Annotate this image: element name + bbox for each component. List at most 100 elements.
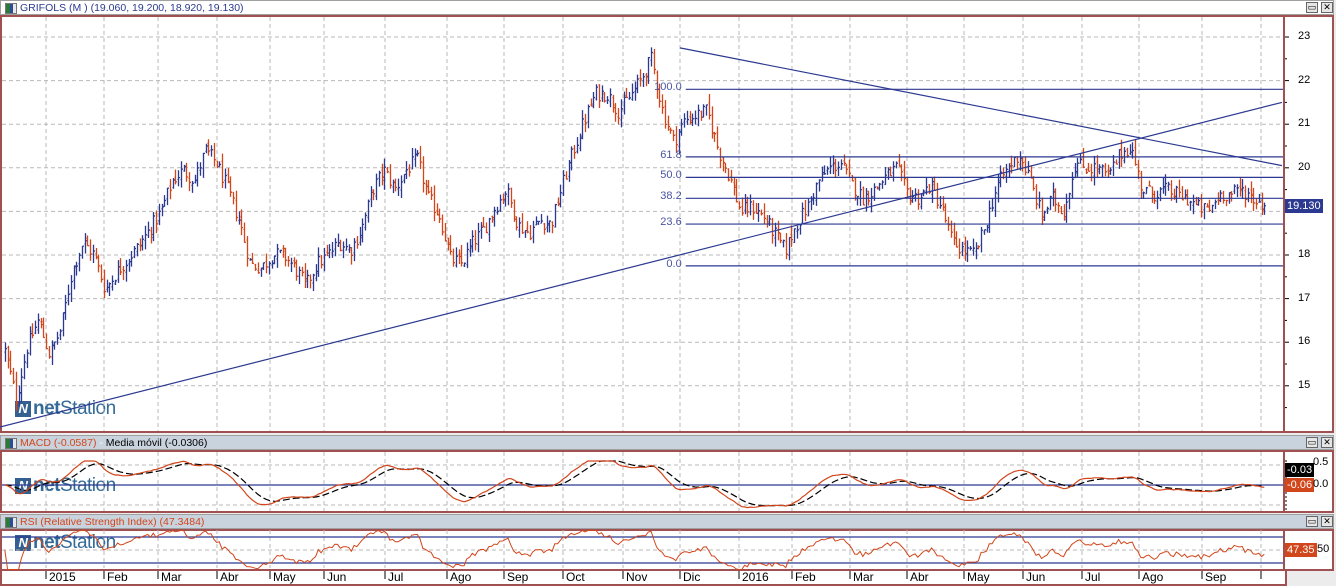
price-bar [1016,156,1019,169]
price-bar [136,242,139,257]
price-bar [540,214,543,224]
price-bar [667,115,670,131]
price-bar [405,161,408,180]
price-bar [397,178,400,196]
price-bar [1167,181,1170,191]
price-bar [617,108,620,125]
price-bar [801,202,804,224]
price-bar [45,333,48,350]
price-bar [488,217,491,243]
price-bar [284,247,287,267]
price-bar [975,242,978,260]
price-bar [980,226,983,253]
price-bar [172,178,175,189]
price-bar [898,153,901,167]
price-bar [75,261,78,276]
price-bar [356,235,359,249]
price-bar [532,220,535,244]
price-bar [562,170,565,197]
price-bar [793,228,796,244]
price-bar [683,113,686,128]
price-bar [848,159,851,178]
price-bar [348,244,351,253]
price-bar [196,161,199,187]
price-bar [224,168,227,189]
price-bar [408,164,411,177]
price-bar [342,241,345,259]
price-bar [1082,147,1085,168]
price-bar [991,198,994,212]
price-bar [26,349,29,369]
price-bar [1148,180,1151,187]
price-bar [185,162,188,182]
price-bar [191,180,194,193]
price-bar [694,110,697,125]
price-bar [955,231,958,248]
price-bar [133,245,136,259]
price-bar [427,180,430,194]
price-bar [551,221,554,234]
price-bar [763,203,766,224]
price-bar [1252,187,1255,212]
price-bar [1170,180,1173,201]
price-bar [958,238,961,259]
price-bar [1233,184,1236,195]
price-bar [856,195,859,206]
price-bar [276,243,279,268]
chart-canvas[interactable] [0,0,1336,586]
price-bar [117,260,120,283]
price-bar [1255,198,1258,210]
price-bar [304,263,307,288]
price-bar [598,84,601,108]
price-bar [1189,200,1192,211]
price-bar [430,186,433,200]
price-bar [953,222,956,246]
price-bar [900,164,903,182]
price-bar [722,157,725,172]
price-bar [210,145,213,157]
price-bar [1250,181,1253,204]
price-bar [1104,163,1107,177]
price-bar [807,198,810,217]
price-bar [570,146,573,171]
price-bar [339,239,342,252]
price-bar [851,174,854,182]
price-bar [70,275,73,303]
last-price-badge: 19.130 [1285,199,1323,213]
price-bar [455,247,458,268]
price-bar [1041,197,1044,225]
price-bar [84,233,87,254]
price-bar [746,196,749,218]
price-bar [884,166,887,186]
price-bar [878,182,881,191]
price-bar [859,181,862,206]
price-bar [392,179,395,194]
price-bar [1107,164,1110,178]
price-bar [139,238,142,252]
price-bar [1241,179,1244,199]
price-bar [312,273,315,292]
price-bar [59,329,62,341]
price-bar [463,262,466,267]
price-bar [749,194,752,216]
price-bar [557,197,560,207]
price-bar [1090,163,1093,182]
price-bar [48,346,51,359]
price-bar [933,176,936,191]
price-bar [1076,157,1079,177]
price-bar [862,186,865,206]
price-bar [1118,149,1121,169]
price-bar [7,345,10,369]
price-bar [370,186,373,208]
price-bar [804,200,807,222]
price-bar [650,47,653,67]
price-bar [1236,184,1239,198]
price-bar [1203,203,1206,220]
price-bar [323,247,326,272]
price-bar [449,235,452,255]
price-bar [782,239,785,248]
price-bar [1214,199,1217,210]
price-bar [678,128,681,155]
price-bar [870,187,873,213]
price-bar [1101,164,1104,178]
